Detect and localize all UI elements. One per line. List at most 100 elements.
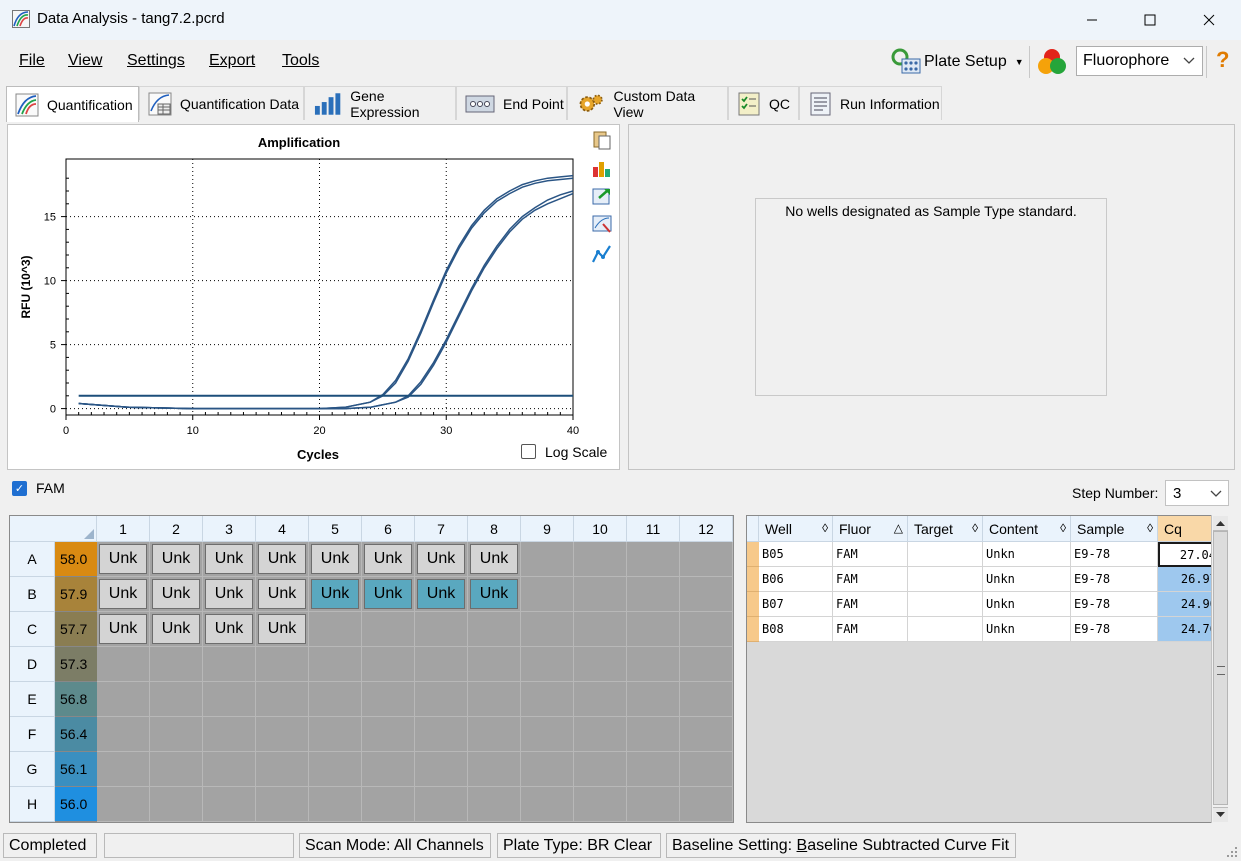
plate-well-cell[interactable] bbox=[680, 577, 733, 612]
close-button[interactable] bbox=[1180, 0, 1238, 40]
plate-well-cell[interactable] bbox=[309, 717, 362, 752]
plate-well-cell[interactable]: Unk bbox=[256, 577, 309, 612]
plate-well[interactable]: Unk bbox=[470, 579, 518, 609]
table-cell-content[interactable]: Unkn bbox=[983, 617, 1071, 642]
scroll-up-button[interactable] bbox=[1213, 516, 1228, 531]
table-cell-well[interactable]: B07 bbox=[759, 592, 833, 617]
table-cell-target[interactable] bbox=[908, 617, 983, 642]
plate-well-cell[interactable] bbox=[627, 612, 680, 647]
plate-well-cell[interactable] bbox=[574, 717, 627, 752]
tab-qc[interactable]: QC bbox=[728, 86, 799, 120]
plate-well-cell[interactable] bbox=[680, 542, 733, 577]
plate-well-cell[interactable] bbox=[150, 717, 203, 752]
plate-well-cell[interactable] bbox=[415, 717, 468, 752]
plate-well-cell[interactable] bbox=[680, 787, 733, 822]
plate-well[interactable]: Unk bbox=[311, 544, 359, 574]
plate-well-cell[interactable] bbox=[362, 682, 415, 717]
plate-well-cell[interactable] bbox=[362, 752, 415, 787]
plate-well-cell[interactable] bbox=[627, 682, 680, 717]
plate-well-cell[interactable] bbox=[574, 577, 627, 612]
plate-well-cell[interactable] bbox=[362, 647, 415, 682]
plate-well[interactable]: Unk bbox=[152, 614, 200, 644]
plate-well-cell[interactable] bbox=[150, 787, 203, 822]
plate-well[interactable]: Unk bbox=[364, 544, 412, 574]
table-cell-sample[interactable]: E9-78 bbox=[1071, 617, 1158, 642]
tab-run-information[interactable]: Run Information bbox=[799, 86, 942, 120]
plate-well-cell[interactable]: Unk bbox=[97, 612, 150, 647]
plate-well-cell[interactable] bbox=[574, 682, 627, 717]
status-baseline-setting[interactable]: Baseline Setting: Baseline Subtracted Cu… bbox=[666, 833, 1016, 858]
table-cell-sample[interactable]: E9-78 bbox=[1071, 592, 1158, 617]
plate-well-cell[interactable] bbox=[680, 612, 733, 647]
plate-row-header[interactable]: G bbox=[10, 752, 55, 787]
plate-well[interactable]: Unk bbox=[205, 544, 253, 574]
plate-well-cell[interactable]: Unk bbox=[203, 542, 256, 577]
plate-column-header[interactable]: 4 bbox=[256, 516, 309, 542]
plate-well-cell[interactable] bbox=[362, 717, 415, 752]
plate-column-header[interactable]: 2 bbox=[150, 516, 203, 542]
table-cell-fluor[interactable]: FAM bbox=[833, 592, 908, 617]
plate-column-header[interactable]: 11 bbox=[627, 516, 680, 542]
plate-well[interactable]: Unk bbox=[205, 579, 253, 609]
column-header-sample[interactable]: Sample ◊ bbox=[1071, 516, 1158, 542]
plate-row-header[interactable]: C bbox=[10, 612, 55, 647]
plate-well[interactable]: Unk bbox=[258, 614, 306, 644]
row-selector[interactable] bbox=[747, 592, 759, 617]
plate-well-cell[interactable] bbox=[627, 787, 680, 822]
plate-well[interactable]: Unk bbox=[417, 579, 465, 609]
plate-well-cell[interactable] bbox=[521, 752, 574, 787]
column-header-target[interactable]: Target ◊ bbox=[908, 516, 983, 542]
plate-column-header[interactable]: 1 bbox=[97, 516, 150, 542]
tab-quantification-data[interactable]: Quantification Data bbox=[139, 86, 304, 120]
chart-options-icon[interactable] bbox=[591, 157, 613, 179]
plate-well-cell[interactable] bbox=[256, 682, 309, 717]
plate-column-header[interactable]: 7 bbox=[415, 516, 468, 542]
tab-end-point[interactable]: End Point bbox=[456, 86, 567, 120]
table-cell-sample[interactable]: E9-78 bbox=[1071, 567, 1158, 592]
plate-well-cell[interactable] bbox=[680, 682, 733, 717]
plate-corner[interactable] bbox=[10, 516, 97, 542]
plate-well-cell[interactable] bbox=[627, 717, 680, 752]
plate-well[interactable]: Unk bbox=[152, 544, 200, 574]
plate-well-cell[interactable] bbox=[521, 717, 574, 752]
table-cell-well[interactable]: B08 bbox=[759, 617, 833, 642]
plate-well[interactable]: Unk bbox=[364, 579, 412, 609]
plate-row-header[interactable]: E bbox=[10, 682, 55, 717]
plate-column-header[interactable]: 6 bbox=[362, 516, 415, 542]
table-cell-target[interactable] bbox=[908, 592, 983, 617]
table-cell-well[interactable]: B06 bbox=[759, 567, 833, 592]
tab-quantification[interactable]: Quantification bbox=[6, 86, 139, 122]
plate-well-cell[interactable]: Unk bbox=[256, 612, 309, 647]
plate-column-header[interactable]: 10 bbox=[574, 516, 627, 542]
row-selector[interactable] bbox=[747, 567, 759, 592]
plate-well[interactable]: Unk bbox=[470, 544, 518, 574]
plate-row-header[interactable]: B bbox=[10, 577, 55, 612]
plate-well-cell[interactable] bbox=[97, 647, 150, 682]
table-cell-content[interactable]: Unkn bbox=[983, 592, 1071, 617]
plate-well-cell[interactable] bbox=[627, 752, 680, 787]
plate-well-cell[interactable]: Unk bbox=[150, 542, 203, 577]
column-header-well[interactable]: Well ◊ bbox=[759, 516, 833, 542]
plate-well-cell[interactable] bbox=[309, 682, 362, 717]
column-header-content[interactable]: Content ◊ bbox=[983, 516, 1071, 542]
menu-settings[interactable]: Settings bbox=[127, 52, 185, 70]
scroll-thumb[interactable] bbox=[1213, 531, 1228, 805]
plate-well-cell[interactable] bbox=[415, 752, 468, 787]
plate-row-header[interactable]: H bbox=[10, 787, 55, 822]
plate-well[interactable]: Unk bbox=[205, 614, 253, 644]
plate-well-cell[interactable]: Unk bbox=[203, 612, 256, 647]
plate-well-cell[interactable] bbox=[256, 752, 309, 787]
row-selector[interactable] bbox=[747, 617, 759, 642]
plate-well-cell[interactable] bbox=[97, 787, 150, 822]
copy-chart-icon[interactable] bbox=[591, 129, 613, 151]
plate-well-cell[interactable] bbox=[680, 752, 733, 787]
tab-custom-data-view[interactable]: Custom Data View bbox=[567, 86, 728, 120]
zoom-chart-icon[interactable] bbox=[591, 213, 613, 235]
plate-well-cell[interactable] bbox=[468, 682, 521, 717]
plate-well-cell[interactable] bbox=[256, 787, 309, 822]
minimize-button[interactable] bbox=[1063, 0, 1121, 40]
table-cell-target[interactable] bbox=[908, 567, 983, 592]
plate-well-cell[interactable] bbox=[309, 647, 362, 682]
plate-well[interactable]: Unk bbox=[99, 544, 147, 574]
plate-setup-button[interactable]: Plate Setup ▼ bbox=[890, 46, 1026, 78]
